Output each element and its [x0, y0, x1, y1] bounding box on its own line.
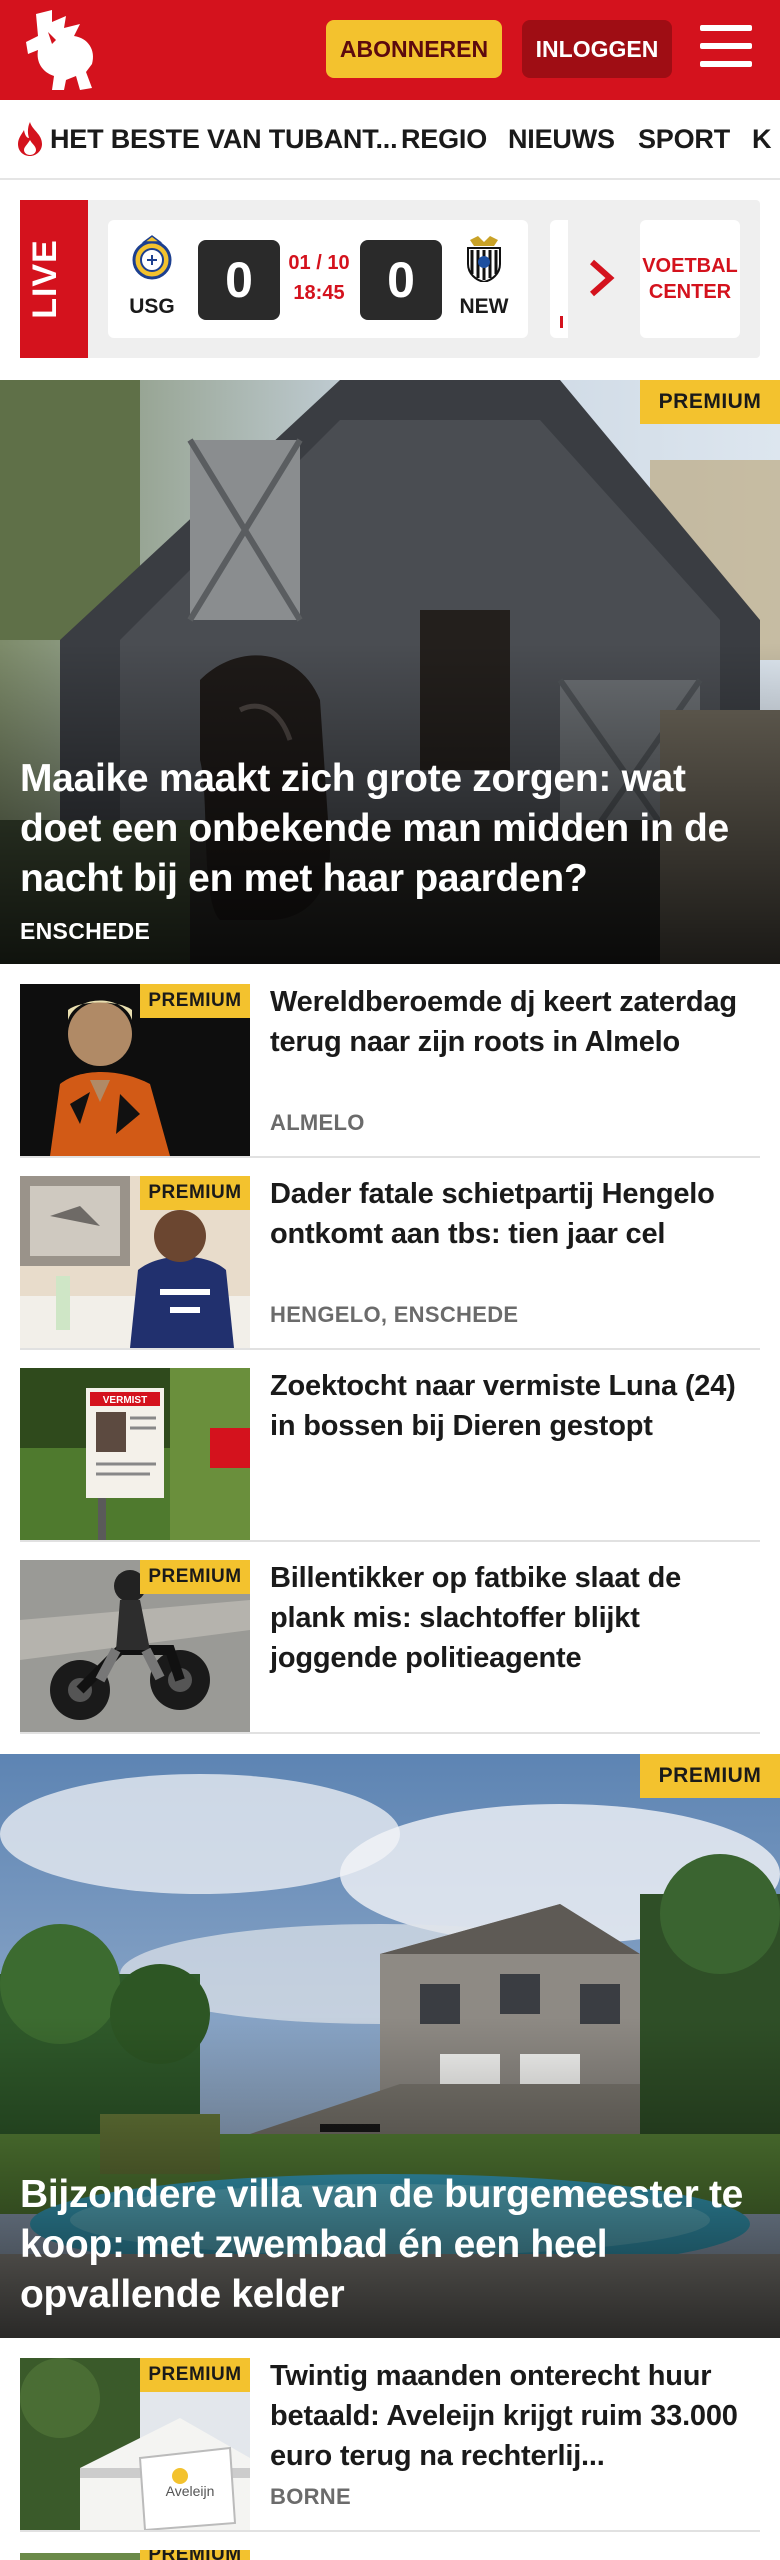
list-item[interactable]: PREMIUM Dader fatale schietpartij Hengel…	[20, 1158, 760, 1350]
list-item[interactable]: PREMIUM Billentikker op fatbike slaat de…	[20, 1542, 760, 1734]
live-label: LIVE	[20, 200, 88, 358]
login-button[interactable]: INLOGGEN	[522, 20, 672, 78]
nav-item-nieuws[interactable]: NIEUWS	[508, 124, 615, 155]
premium-badge: PREMIUM	[640, 1754, 780, 1798]
hero-article-2[interactable]: PREMIUM Bijzondere villa van de burgemee…	[0, 1754, 780, 2338]
article-title[interactable]: Billentikker op fatbike slaat de plank m…	[270, 1558, 760, 1678]
article-title[interactable]: Wereldberoemde dj keert zaterdag terug n…	[270, 982, 760, 1062]
flame-icon	[18, 122, 42, 156]
nav-item-regio[interactable]: REGIO	[401, 124, 487, 155]
premium-badge: PREMIUM	[140, 2358, 250, 2392]
article-location: BORNE	[270, 2484, 351, 2509]
premium-badge: PREMIUM	[140, 2550, 250, 2560]
home-score: 0	[198, 240, 280, 320]
hero-title[interactable]: Bijzondere villa van de burgemeester te …	[20, 2170, 760, 2320]
premium-badge: PREMIUM	[140, 984, 250, 1018]
usg-crest-icon	[132, 235, 172, 280]
away-score: 0	[360, 240, 442, 320]
next-match-card-peek[interactable]	[550, 220, 568, 338]
article-title[interactable]: Dader fatale schietpartij Hengelo ontkom…	[270, 1174, 760, 1254]
nav-item-sport[interactable]: SPORT	[638, 124, 730, 155]
tubantia-horse-logo-icon[interactable]	[22, 10, 102, 92]
premium-badge: PREMIUM	[140, 1176, 250, 1210]
article-thumbnail: PREMIUM	[20, 2550, 250, 2560]
hamburger-icon[interactable]	[700, 25, 752, 71]
premium-badge: PREMIUM	[640, 380, 780, 424]
hero-location: ENSCHEDE	[20, 918, 151, 944]
article-title[interactable]: Twintig maanden onterecht huur betaald: …	[270, 2356, 760, 2476]
live-scores-widget: LIVE USG 0 01 / 10 18:45 0 NEW VOETBAL C…	[20, 200, 760, 358]
match-datetime: 01 / 10 18:45	[288, 252, 350, 304]
match-card[interactable]: USG 0 01 / 10 18:45 0 NEW	[108, 220, 528, 338]
article-thumbnail: PREMIUM	[20, 1560, 250, 1732]
nav-item-truncated[interactable]: K	[752, 124, 772, 155]
top-header: ABONNEREN INLOGGEN	[0, 0, 780, 100]
article-thumbnail: VERMIST	[20, 1368, 250, 1540]
list-item[interactable]: PREMIUM Wereldberoemde dj keert zaterdag…	[20, 966, 760, 1158]
nav-item-best-of[interactable]: HET BESTE VAN TUBANT...	[50, 124, 398, 155]
subscribe-button[interactable]: ABONNEREN	[326, 20, 502, 78]
list-item[interactable]: Aveleijn PREMIUM Twintig maanden onterec…	[20, 2340, 760, 2532]
newcastle-crest-icon	[467, 236, 501, 284]
article-thumbnail: PREMIUM	[20, 1176, 250, 1348]
hero-article-1[interactable]: PREMIUM Maaike maakt zich grote zorgen: …	[0, 380, 780, 964]
svg-text:VERMIST: VERMIST	[103, 1395, 147, 1406]
list-item[interactable]: PREMIUM	[20, 2532, 760, 2560]
voetbal-center-button[interactable]: VOETBAL CENTER	[640, 220, 740, 338]
article-location: ALMELO	[270, 1110, 365, 1135]
article-title[interactable]: Zoektocht naar vermiste Luna (24) in bos…	[270, 1366, 760, 1446]
home-team: USG	[122, 234, 182, 326]
svg-text:Aveleijn: Aveleijn	[166, 2483, 215, 2499]
article-thumbnail: PREMIUM	[20, 984, 250, 1156]
list-item[interactable]: VERMIST Zoektocht naar vermiste Luna (24…	[20, 1350, 760, 1542]
section-nav: HET BESTE VAN TUBANT... REGIO NIEUWS SPO…	[0, 100, 780, 180]
article-thumbnail: Aveleijn PREMIUM	[20, 2358, 250, 2530]
chevron-right-icon[interactable]	[586, 258, 616, 298]
hero-title[interactable]: Maaike maakt zich grote zorgen: wat doet…	[20, 754, 760, 904]
premium-badge: PREMIUM	[140, 1560, 250, 1594]
away-team: NEW	[454, 234, 514, 326]
article-location: HENGELO, ENSCHEDE	[270, 1302, 519, 1327]
